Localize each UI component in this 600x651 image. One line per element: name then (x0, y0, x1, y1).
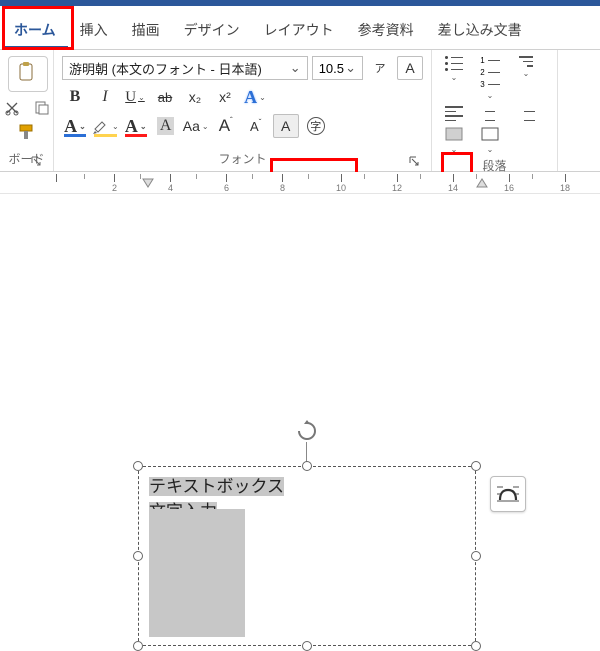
font-name-combo[interactable]: 游明朝 (本文のフォント - 日本語) ⌄ (62, 56, 308, 80)
ruler[interactable]: 24681012141618 (0, 172, 600, 194)
resize-handle-r[interactable] (471, 551, 481, 561)
text-box[interactable]: テキストボックス 文字入力 (138, 466, 476, 646)
highlight-color-button[interactable]: ⌄ (92, 114, 119, 138)
align-center-button[interactable] (476, 106, 504, 121)
group-paragraph: ⌄ 123 ⌄ ⌄ ⌄ ⌄ 段落 (432, 50, 558, 171)
group-font: 游明朝 (本文のフォント - 日本語) ⌄ 10.5 ⌄ ア A B I U⌄ … (54, 50, 432, 171)
font-size-combo[interactable]: 10.5 ⌄ (312, 56, 363, 80)
enclosed-char-button[interactable]: A (273, 114, 299, 138)
paragraph-label-text: 段落 (482, 159, 506, 173)
group-clipboard: ボード (0, 50, 54, 171)
tab-layout[interactable]: レイアウト (252, 10, 346, 49)
format-painter-button[interactable] (14, 122, 40, 142)
char-shading-button[interactable]: A (153, 114, 179, 138)
align-right-button[interactable] (512, 106, 540, 121)
ribbon: ボード 游明朝 (本文のフォント - 日本語) ⌄ 10.5 ⌄ ア A B I (0, 50, 600, 172)
multilevel-button[interactable]: ⌄ (512, 56, 540, 100)
tab-draw[interactable]: 描画 (120, 10, 172, 49)
rotate-handle-icon[interactable] (296, 420, 318, 442)
tab-references[interactable]: 参考資料 (346, 10, 426, 49)
circled-char-button[interactable]: 字 (303, 114, 329, 138)
strikethrough-button[interactable]: ab (152, 85, 178, 109)
align-left-button[interactable] (440, 106, 468, 121)
right-indent-marker[interactable] (476, 178, 488, 190)
char-border-button[interactable]: A (397, 56, 423, 80)
subscript-button[interactable]: x₂ (182, 85, 208, 109)
bold-button[interactable]: B (62, 85, 88, 109)
resize-handle-l[interactable] (133, 551, 143, 561)
layout-options-button[interactable] (490, 476, 526, 512)
grow-font-button[interactable]: Aˆ (213, 114, 239, 138)
first-line-indent-marker[interactable] (142, 178, 154, 190)
tab-design[interactable]: デザイン (172, 10, 252, 49)
resize-handle-bl[interactable] (133, 641, 143, 651)
tab-insert[interactable]: 挿入 (68, 10, 120, 49)
ruby-button[interactable]: ア (367, 56, 393, 80)
numbering-button[interactable]: 123 ⌄ (476, 56, 504, 100)
resize-handle-br[interactable] (471, 641, 481, 651)
resize-handle-b[interactable] (302, 641, 312, 651)
copy-button[interactable] (29, 98, 55, 118)
document-canvas[interactable]: テキストボックス 文字入力 (0, 194, 600, 519)
font-name-value: 游明朝 (本文のフォント - 日本語) (69, 59, 262, 78)
paste-button[interactable] (8, 56, 48, 92)
tab-home[interactable]: ホーム (2, 10, 68, 49)
superscript-button[interactable]: x² (212, 85, 238, 109)
tab-mailings[interactable]: 差し込み文書 (426, 10, 534, 49)
bullets-button[interactable]: ⌄ (440, 56, 468, 100)
shrink-font-button[interactable]: Aˇ (243, 114, 269, 138)
ribbon-tabs: ホーム 挿入 描画 デザイン レイアウト 参考資料 差し込み文書 (0, 6, 600, 50)
font-size-value: 10.5 (319, 61, 344, 76)
resize-handle-tr[interactable] (471, 461, 481, 471)
chevron-down-icon: ⌄ (345, 60, 356, 76)
group-label-font: フォント (62, 147, 423, 171)
resize-handle-t[interactable] (302, 461, 312, 471)
selection-highlight (149, 509, 245, 637)
underline-button[interactable]: U⌄ (122, 85, 148, 109)
ruler-track: 24681012141618 (56, 172, 600, 194)
borders-button[interactable]: ⌄ (476, 127, 504, 154)
chevron-down-icon: ⌄ (290, 60, 301, 76)
clipboard-launcher[interactable] (29, 154, 43, 168)
resize-handle-tl[interactable] (133, 461, 143, 471)
font-color-button[interactable]: A⌄ (123, 114, 149, 138)
font-launcher[interactable] (407, 154, 421, 168)
text-effects-button[interactable]: A⌄ (242, 85, 268, 109)
font-outline-button[interactable]: A⌄ (62, 114, 88, 138)
change-case-button[interactable]: Aa⌄ (183, 114, 209, 138)
text-line-1: テキストボックス (149, 477, 284, 496)
font-label-text: フォント (218, 152, 266, 166)
group-label-clipboard: ボード (8, 147, 45, 171)
shading-button[interactable]: ⌄ (440, 127, 468, 154)
italic-button[interactable]: I (92, 85, 118, 109)
cut-button[interactable] (0, 98, 25, 118)
